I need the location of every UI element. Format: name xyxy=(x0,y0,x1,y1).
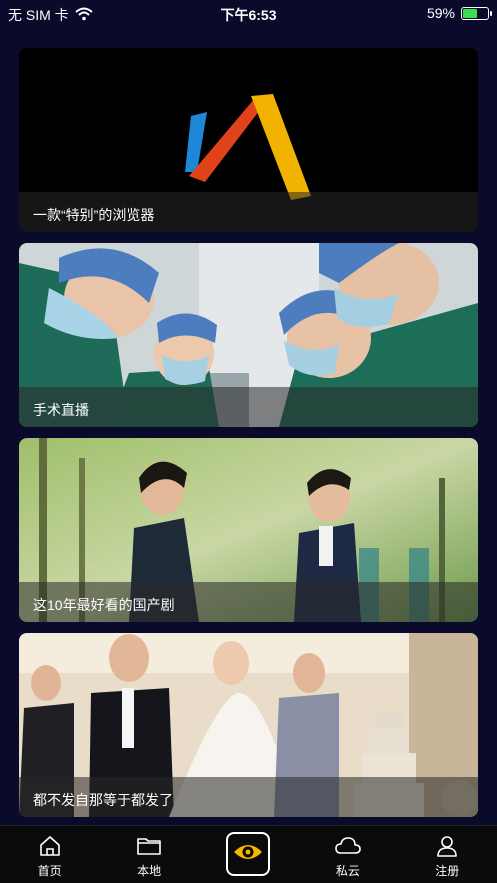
feed-card[interactable]: 手术直播 xyxy=(19,243,478,427)
eye-icon xyxy=(234,845,263,859)
feed-card[interactable]: 一款“特别”的浏览器 xyxy=(19,48,478,232)
status-right: 59% xyxy=(426,5,492,21)
tab-home-label: 首页 xyxy=(37,864,62,878)
tab-local[interactable]: 本地 xyxy=(114,834,184,879)
folder-icon xyxy=(137,838,161,855)
eye-button[interactable] xyxy=(226,832,271,876)
home-icon xyxy=(39,836,60,856)
user-icon xyxy=(437,836,458,857)
tab-bar: 首页 本地 私云 注册 xyxy=(0,825,497,883)
battery-level xyxy=(463,8,478,18)
clock: 下午6:53 xyxy=(220,7,277,23)
card-title: 一款“特别”的浏览器 xyxy=(19,192,478,232)
card-title: 手术直播 xyxy=(19,387,478,427)
tab-local-label: 本地 xyxy=(137,864,162,878)
card-title: 这10年最好看的国产剧 xyxy=(19,582,478,622)
tab-home[interactable]: 首页 xyxy=(15,834,85,879)
tab-center-eye[interactable] xyxy=(213,832,283,879)
tab-cloud[interactable]: 私云 xyxy=(313,834,383,879)
status-bar: 无 SIM 卡 下午6:53 59% xyxy=(0,0,497,28)
video-feed[interactable]: 一款“特别”的浏览器 手术直播 这10年最好看的国产剧 都不发自那等于都发了 xyxy=(19,48,478,828)
feed-card[interactable]: 都不发自那等于都发了 xyxy=(19,633,478,817)
battery-percent: 59% xyxy=(426,5,455,21)
feed-card[interactable]: 这10年最好看的国产剧 xyxy=(19,438,478,622)
tab-cloud-label: 私云 xyxy=(335,864,360,878)
tab-register-label: 注册 xyxy=(435,864,460,878)
battery-icon xyxy=(461,6,492,20)
tab-register[interactable]: 注册 xyxy=(412,834,482,879)
card-title: 都不发自那等于都发了 xyxy=(19,777,478,817)
cloud-icon xyxy=(335,837,361,854)
